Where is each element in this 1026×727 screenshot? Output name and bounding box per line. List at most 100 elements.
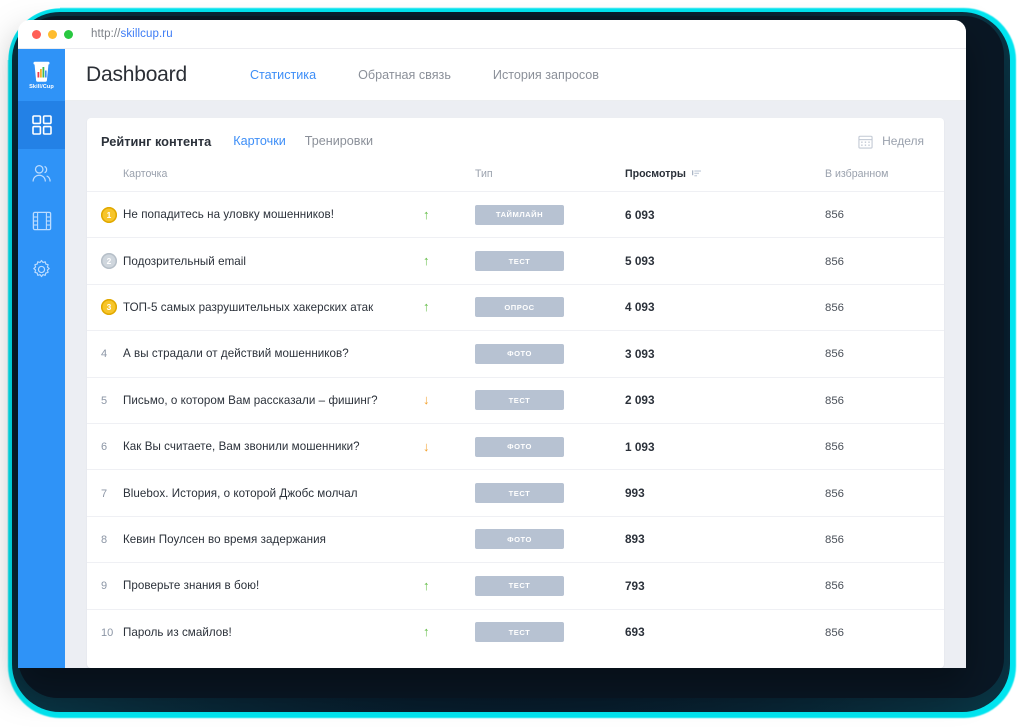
table-row[interactable]: 3 ТОП-5 самых разрушительных хакерских ат… bbox=[87, 284, 944, 330]
page-title: Dashboard bbox=[86, 62, 187, 86]
cell-card-name[interactable]: Пароль из смайлов! bbox=[123, 609, 423, 655]
tab-trainings[interactable]: Тренировки bbox=[305, 134, 373, 148]
table-header-row: Карточка Тип Просмотры В избранном bbox=[87, 164, 944, 192]
favorites-value: 856 bbox=[825, 255, 845, 268]
card-name-text: Подозрительный email bbox=[123, 254, 247, 268]
period-selector[interactable]: Неделя bbox=[858, 134, 924, 149]
type-badge: ФОТО bbox=[475, 436, 564, 457]
cell-card-name[interactable]: Не попадитесь на уловку мошенников! bbox=[123, 192, 423, 238]
tab-request-history[interactable]: История запросов bbox=[493, 68, 599, 82]
th-card-name[interactable]: Карточка bbox=[123, 164, 423, 192]
tab-feedback[interactable]: Обратная связь bbox=[358, 68, 451, 82]
content-rating-card: Рейтинг контента Карточки Тренировки Нед… bbox=[87, 118, 944, 668]
favorites-value: 856 bbox=[825, 209, 845, 222]
favorites-value: 856 bbox=[825, 580, 845, 593]
cell-card-name[interactable]: Как Вы считаете, Вам звонили мошенники? bbox=[123, 423, 423, 469]
views-value: 3 093 bbox=[625, 346, 655, 361]
cell-views: 1 093 bbox=[625, 423, 825, 469]
views-value: 6 093 bbox=[625, 207, 655, 222]
type-badge: ТЕСТ bbox=[475, 622, 564, 643]
sidebar-item-dashboard[interactable] bbox=[18, 101, 65, 149]
tab-statistics[interactable]: Статистика bbox=[250, 68, 316, 82]
table-row[interactable]: 10 Пароль из смайлов! ↑ ТЕСТ 693 856 bbox=[87, 609, 944, 655]
cell-views: 4 093 bbox=[625, 284, 825, 330]
views-value: 693 bbox=[625, 625, 645, 640]
url-host: skillcup.ru bbox=[120, 28, 173, 40]
cell-favorites: 856 bbox=[825, 516, 944, 562]
sidebar-item-users[interactable] bbox=[18, 149, 65, 197]
cell-rank: 5 bbox=[87, 377, 123, 423]
favorites-value: 856 bbox=[825, 348, 845, 361]
trend-down-icon: ↓ bbox=[423, 438, 430, 454]
cell-card-name[interactable]: ТОП-5 самых разрушительных хакерских ата… bbox=[123, 284, 423, 330]
tab-cards[interactable]: Карточки bbox=[233, 134, 286, 148]
page-area: Dashboard Статистика Обратная связь Исто… bbox=[65, 49, 966, 668]
browser-window: http://skillcup.ru Skill/Cup Dashboard С… bbox=[18, 20, 966, 668]
table-row[interactable]: 8 Кевин Поулсен во время задержания ФОТО 89… bbox=[87, 516, 944, 562]
page-content: Рейтинг контента Карточки Тренировки Нед… bbox=[65, 101, 966, 668]
cell-favorites: 856 bbox=[825, 563, 944, 609]
cell-favorites: 856 bbox=[825, 423, 944, 469]
table-row[interactable]: 5 Письмо, о котором Вам рассказали – фиши… bbox=[87, 377, 944, 423]
rank-number: 4 bbox=[101, 348, 108, 361]
rank-number: 7 bbox=[101, 487, 108, 500]
cell-views: 993 bbox=[625, 470, 825, 516]
close-dot[interactable] bbox=[32, 29, 41, 39]
views-value: 893 bbox=[625, 532, 645, 547]
cell-card-name[interactable]: Кевин Поулсен во время задержания bbox=[123, 516, 423, 562]
rank-number: 10 bbox=[101, 626, 114, 639]
card-tabs: Карточки Тренировки bbox=[233, 134, 373, 148]
rank-number: 6 bbox=[101, 441, 108, 454]
th-type[interactable]: Тип bbox=[475, 164, 625, 192]
table-row[interactable]: 1 Не попадитесь на уловку мошенников! ↑ ТАЙ… bbox=[87, 191, 944, 238]
cell-rank: 1 bbox=[87, 192, 123, 238]
sidebar-item-media[interactable] bbox=[18, 197, 65, 245]
minimize-dot[interactable] bbox=[48, 29, 57, 39]
cell-card-name[interactable]: Письмо, о котором Вам рассказали – фишин… bbox=[123, 377, 423, 423]
favorites-value: 856 bbox=[825, 441, 845, 454]
favorites-value: 856 bbox=[825, 301, 845, 314]
sidebar-item-settings[interactable] bbox=[18, 245, 65, 293]
cell-card-name[interactable]: А вы страдали от действий мошенников? bbox=[123, 331, 423, 377]
cell-trend bbox=[423, 331, 475, 377]
primary-nav-tabs: Статистика Обратная связь История запрос… bbox=[250, 68, 599, 82]
cell-views: 693 bbox=[625, 609, 825, 655]
sidebar-logo-label: Skill/Cup bbox=[29, 83, 54, 90]
cell-favorites: 856 bbox=[825, 238, 944, 284]
cell-card-name[interactable]: Проверьте знания в бою! bbox=[123, 563, 423, 609]
cell-rank: 2 bbox=[87, 238, 123, 284]
cell-card-name[interactable]: Bluebox. История, о которой Джобс молчал bbox=[123, 470, 423, 516]
table-row[interactable]: 7 Bluebox. История, о которой Джобс молча… bbox=[87, 469, 944, 516]
card-title: Рейтинг контента bbox=[101, 133, 212, 149]
table-row[interactable]: 9 Проверьте знания в бою! ↑ ТЕСТ 793 856 bbox=[87, 562, 944, 609]
cell-trend: ↓ bbox=[423, 423, 475, 469]
cell-type: ТЕСТ bbox=[475, 470, 625, 516]
table-row[interactable]: 4 А вы страдали от действий мошенников? ФО… bbox=[87, 330, 944, 377]
th-views-label: Просмотры bbox=[625, 168, 686, 180]
cell-trend: ↑ bbox=[423, 238, 475, 284]
type-badge: ФОТО bbox=[475, 343, 564, 364]
table-row[interactable]: 2 Подозрительный email ↑ ТЕСТ 5 093 856 bbox=[87, 237, 944, 284]
cell-card-name[interactable]: Подозрительный email bbox=[123, 238, 423, 284]
table-body: 1 Не попадитесь на уловку мошенников! ↑ ТАЙ… bbox=[87, 191, 944, 656]
cell-type: ТЕСТ bbox=[475, 609, 625, 655]
address-bar[interactable]: http://skillcup.ru bbox=[91, 28, 173, 40]
card-name-text: А вы страдали от действий мошенников? bbox=[123, 347, 349, 361]
maximize-dot[interactable] bbox=[64, 29, 73, 39]
table-row[interactable]: 6 Как Вы считаете, Вам звонили мошенники?… bbox=[87, 423, 944, 469]
favorites-value: 856 bbox=[825, 533, 845, 546]
trend-up-icon: ↑ bbox=[423, 577, 430, 593]
favorites-value: 856 bbox=[825, 394, 845, 407]
favorites-value: 856 bbox=[825, 487, 845, 500]
type-badge: ТЕСТ bbox=[475, 575, 564, 596]
th-views[interactable]: Просмотры bbox=[625, 164, 825, 192]
type-badge: ТАЙМЛАЙН bbox=[475, 204, 564, 225]
sidebar-logo[interactable]: Skill/Cup bbox=[18, 49, 65, 101]
cell-views: 6 093 bbox=[625, 192, 825, 238]
cell-rank: 6 bbox=[87, 423, 123, 469]
card-name-text: Проверьте знания в бою! bbox=[123, 579, 260, 593]
url-scheme: http:// bbox=[91, 28, 121, 40]
cell-views: 3 093 bbox=[625, 331, 825, 377]
th-favorites[interactable]: В избранном bbox=[825, 164, 944, 192]
favorites-value: 856 bbox=[825, 626, 845, 639]
